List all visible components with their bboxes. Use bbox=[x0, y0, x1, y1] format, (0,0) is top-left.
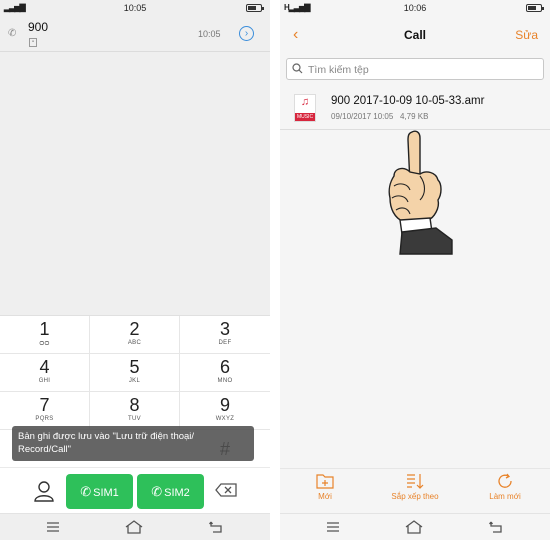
nav-bar bbox=[280, 513, 550, 540]
page-title: Call bbox=[403, 28, 426, 42]
file-manager-screen: H▂▃▅▇ 10:06 ‹ Call Sửa Tìm kiếm tệp ♫ MU… bbox=[280, 0, 550, 540]
sort-icon bbox=[407, 474, 424, 489]
contact-icon[interactable] bbox=[33, 480, 55, 502]
edit-button[interactable]: Sửa bbox=[515, 28, 538, 42]
battery-icon bbox=[526, 4, 544, 12]
call-log-row[interactable]: ✆ 900 ▪ 10:05 › bbox=[0, 16, 270, 52]
key-6[interactable]: 6 MNO bbox=[180, 354, 270, 392]
call-details-button[interactable]: › bbox=[239, 26, 254, 41]
back-icon[interactable] bbox=[209, 520, 223, 534]
music-file-icon: ♫ MUSIC bbox=[294, 94, 316, 122]
file-date: 09/10/2017 10:05 bbox=[331, 112, 394, 121]
refresh-icon bbox=[498, 473, 512, 488]
sort-button[interactable]: Sắp xếp theo bbox=[375, 473, 455, 501]
sim-icon: ▪ bbox=[29, 38, 37, 47]
key-9[interactable]: 9 WXYZ bbox=[180, 392, 270, 430]
call-sim1-button[interactable]: ✆ SIM1 bbox=[66, 474, 133, 509]
file-size: 4,79 KB bbox=[399, 112, 429, 121]
file-meta: 09/10/2017 10:05 4,79 KB bbox=[331, 112, 428, 121]
refresh-button[interactable]: Làm mới bbox=[465, 473, 545, 501]
dial-action-bar: ✆ SIM1 ✆ SIM2 bbox=[0, 467, 270, 513]
dialer-screen: ▂▃▅▇ 10:05 ✆ 900 ▪ 10:05 › 1 ᴑᴑ 2 ABC 3 DE… bbox=[0, 0, 270, 540]
search-placeholder: Tìm kiếm tệp bbox=[308, 64, 369, 76]
new-folder-icon bbox=[316, 474, 334, 489]
phone-icon: ✆ bbox=[80, 484, 92, 499]
call-time: 10:05 bbox=[198, 29, 221, 39]
bottom-toolbar: Mới Sắp xếp theo Làm mới bbox=[280, 468, 550, 513]
key-2[interactable]: 2 ABC bbox=[90, 316, 180, 354]
call-number: 900 bbox=[28, 20, 49, 34]
key-5[interactable]: 5 JKL bbox=[90, 354, 180, 392]
key-7[interactable]: 7 PQRS bbox=[0, 392, 90, 430]
file-name: 900 2017-10-09 10-05-33.amr bbox=[331, 95, 485, 107]
voicemail-icon: ᴑᴑ bbox=[39, 338, 50, 347]
search-icon bbox=[292, 63, 303, 74]
pointing-hand-icon bbox=[388, 130, 453, 255]
back-icon[interactable] bbox=[489, 520, 503, 534]
recording-saved-toast: Bản ghi được lưu vào "Lưu trữ điện thoại… bbox=[12, 426, 254, 461]
nav-bar bbox=[0, 513, 270, 540]
home-icon[interactable] bbox=[405, 520, 423, 534]
home-icon[interactable] bbox=[125, 520, 143, 534]
call-sim2-button[interactable]: ✆ SIM2 bbox=[137, 474, 204, 509]
backspace-icon[interactable] bbox=[215, 483, 237, 497]
key-4[interactable]: 4 GHI bbox=[0, 354, 90, 392]
key-1[interactable]: 1 ᴑᴑ bbox=[0, 316, 90, 354]
status-bar: H▂▃▅▇ 10:06 bbox=[280, 0, 550, 16]
header: ‹ Call Sửa bbox=[280, 16, 550, 54]
new-button[interactable]: Mới bbox=[285, 473, 365, 501]
search-input[interactable]: Tìm kiếm tệp bbox=[286, 58, 544, 80]
list-item[interactable]: ♫ MUSIC 900 2017-10-09 10-05-33.amr 09/1… bbox=[280, 86, 550, 130]
key-8[interactable]: 8 TUV bbox=[90, 392, 180, 430]
menu-icon[interactable] bbox=[46, 520, 60, 534]
key-3[interactable]: 3 DEF bbox=[180, 316, 270, 354]
menu-icon[interactable] bbox=[326, 520, 340, 534]
phone-icon: ✆ bbox=[151, 484, 163, 499]
status-time: 10:06 bbox=[403, 3, 427, 13]
status-time: 10:05 bbox=[123, 3, 147, 13]
battery-icon bbox=[246, 4, 264, 12]
outgoing-call-icon: ✆ bbox=[8, 28, 17, 39]
status-bar: ▂▃▅▇ 10:05 bbox=[0, 0, 270, 16]
